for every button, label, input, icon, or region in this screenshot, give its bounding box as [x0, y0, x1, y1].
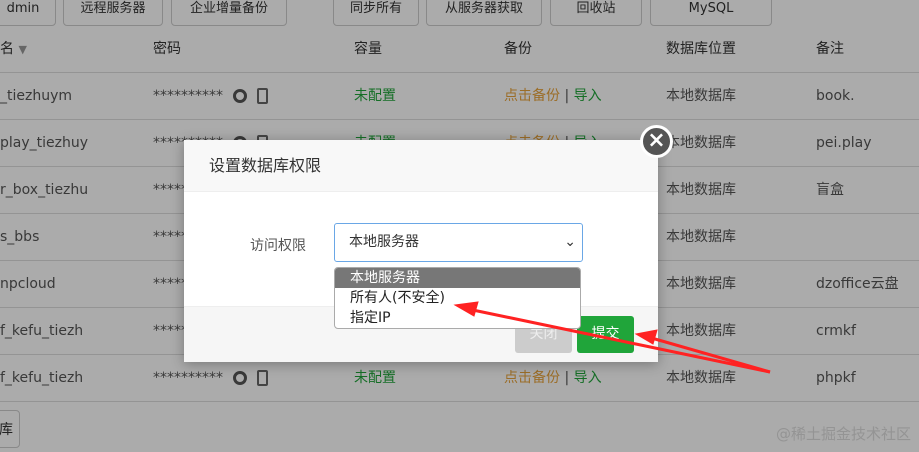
arrow-to-everyone-option — [467, 307, 771, 374]
arrowhead-icon — [453, 301, 479, 317]
annotation-arrows — [453, 301, 771, 374]
arrowhead-icon — [634, 329, 658, 345]
arrow-to-submit — [647, 335, 771, 374]
